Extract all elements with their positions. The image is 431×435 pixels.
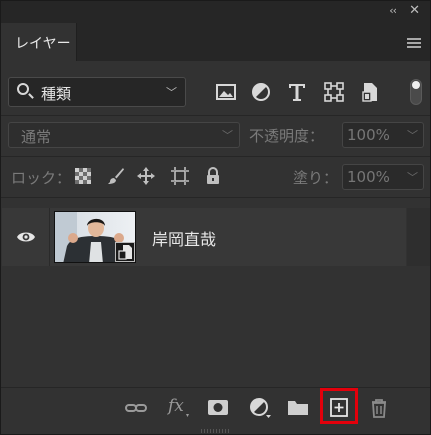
new-adjustment-layer-icon[interactable]	[247, 396, 273, 420]
opacity-field[interactable]: 100% ﹀	[342, 122, 424, 148]
opacity-label: 不透明度：	[249, 127, 325, 145]
lock-position-icon[interactable]	[137, 167, 155, 185]
smart-object-filter-icon[interactable]	[359, 81, 381, 103]
chevron-down-icon: ﹀	[222, 129, 233, 142]
collapse-panel-icon[interactable]: ‹‹	[389, 4, 397, 17]
adjustment-filter-icon[interactable]	[250, 81, 272, 103]
tab-bar: レイヤー	[1, 23, 430, 61]
opacity-value: 100%	[347, 126, 390, 144]
divider	[1, 156, 430, 157]
tab-layers[interactable]: レイヤー	[1, 23, 77, 61]
new-group-folder-icon[interactable]	[285, 396, 311, 420]
divider	[1, 115, 430, 116]
delete-layer-trash-icon[interactable]	[366, 396, 392, 420]
layer-style-fx-button[interactable]: fx	[168, 396, 184, 416]
link-layers-icon[interactable]	[123, 396, 149, 420]
blend-mode-select[interactable]: 通常 ﹀	[8, 122, 240, 148]
lock-label: ロック：	[11, 169, 72, 187]
new-layer-button[interactable]	[326, 396, 352, 420]
filter-toggle[interactable]	[410, 79, 422, 105]
fill-field[interactable]: 100% ﹀	[342, 164, 424, 190]
close-panel-icon[interactable]: ✕	[409, 3, 420, 18]
visibility-eye-icon[interactable]	[16, 230, 36, 244]
layer-name[interactable]: 岸岡直哉	[152, 226, 216, 250]
filter-kind-select[interactable]: 種類 ﹀	[8, 77, 186, 107]
image-filter-icon[interactable]	[215, 81, 237, 103]
layers-panel: ‹‹ ✕ レイヤー 種類 ﹀ 通常 ﹀ 不透明度： 100% ﹀ ロック： 塗り…	[0, 0, 431, 435]
fill-label: 塗り：	[293, 169, 339, 187]
resize-grip[interactable]	[201, 429, 231, 433]
bottom-toolbar: fx ▾	[1, 387, 430, 427]
tab-label: レイヤー	[15, 36, 71, 52]
add-layer-mask-icon[interactable]	[205, 396, 231, 420]
chevron-down-icon: ▾	[186, 412, 190, 419]
lock-all-icon[interactable]	[204, 167, 222, 185]
smart-object-badge-icon	[115, 242, 135, 262]
lock-image-pixels-icon[interactable]	[107, 167, 125, 185]
panel-title-strip: ‹‹ ✕	[1, 1, 430, 23]
shape-filter-icon[interactable]	[323, 81, 345, 103]
chevron-down-icon: ﹀	[407, 129, 418, 142]
chevron-down-icon: ﹀	[166, 86, 177, 99]
lock-artboard-icon[interactable]	[171, 167, 189, 185]
blend-mode-value: 通常	[21, 128, 52, 146]
layer-thumbnail	[54, 211, 136, 263]
search-icon	[17, 83, 29, 95]
layers-scrollbar[interactable]	[407, 208, 430, 266]
panel-menu-icon[interactable]	[407, 38, 421, 48]
divider	[1, 197, 430, 198]
filter-kind-value: 種類	[41, 85, 72, 103]
divider	[49, 208, 50, 266]
chevron-down-icon: ﹀	[407, 171, 418, 184]
layer-row[interactable]: 岸岡直哉	[2, 208, 406, 266]
lock-transparent-pixels-icon[interactable]	[74, 167, 92, 185]
type-filter-icon[interactable]	[286, 81, 308, 103]
fill-value: 100%	[347, 168, 390, 186]
